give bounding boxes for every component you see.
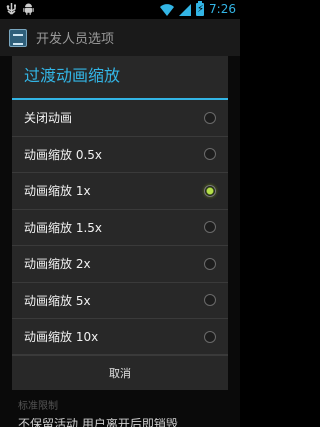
- radio-unchecked-icon[interactable]: [204, 294, 216, 307]
- option-animation-off[interactable]: 关闭动画: [12, 100, 228, 137]
- status-bar-left: [6, 3, 34, 15]
- signal-icon: [179, 3, 192, 16]
- option-label: 动画缩放 2x: [24, 257, 91, 272]
- radio-unchecked-icon[interactable]: [204, 257, 216, 270]
- status-bar: ⚡ 7:26: [0, 0, 240, 19]
- action-bar: 开发人员选项: [0, 19, 240, 56]
- option-label: 动画缩放 0.5x: [24, 147, 103, 162]
- option-scale-1-5x[interactable]: 动画缩放 1.5x: [12, 210, 228, 246]
- option-scale-1x[interactable]: 动画缩放 1x: [12, 173, 228, 210]
- cancel-button[interactable]: 取消: [89, 359, 151, 387]
- partial-list-item: 不保留活动 用户离开后即销毁: [18, 418, 218, 427]
- option-scale-5x[interactable]: 动画缩放 5x: [12, 283, 228, 319]
- option-label: 动画缩放 10x: [24, 330, 99, 345]
- android-icon: [23, 3, 34, 15]
- dialog-footer: 取消: [12, 354, 228, 390]
- option-label: 动画缩放 1.5x: [24, 220, 103, 235]
- radio-checked-icon[interactable]: [204, 184, 216, 197]
- radio-unchecked-icon[interactable]: [204, 330, 216, 343]
- transition-animation-scale-dialog: 过渡动画缩放 关闭动画 动画缩放 0.5x 动画缩放 1x 动画缩放 1.5x …: [12, 56, 228, 390]
- radio-unchecked-icon[interactable]: [204, 148, 216, 161]
- option-scale-10x[interactable]: 动画缩放 10x: [12, 319, 228, 356]
- option-label: 关闭动画: [24, 111, 73, 126]
- action-bar-title: 开发人员选项: [36, 32, 115, 47]
- section-caption: 标准限制: [18, 401, 58, 412]
- option-label: 动画缩放 5x: [24, 293, 91, 308]
- status-time: 7:26: [209, 2, 236, 16]
- usb-debugging-icon: [6, 3, 16, 15]
- dialog-title: 过渡动画缩放: [12, 56, 228, 100]
- option-label: 动画缩放 1x: [24, 184, 91, 199]
- partial-list-item-label: 不保留活动 用户离开后即销毁: [18, 418, 178, 427]
- option-scale-0-5x[interactable]: 动画缩放 0.5x: [12, 137, 228, 173]
- radio-unchecked-icon[interactable]: [204, 111, 216, 124]
- settings-app-icon[interactable]: [9, 28, 27, 47]
- screen: ⚡ 7:26 开发人员选项 过渡动画缩放 关闭动画 动画缩放 0.5x 动画缩放…: [0, 0, 240, 427]
- battery-charging-icon: ⚡: [196, 1, 205, 16]
- option-scale-2x[interactable]: 动画缩放 2x: [12, 246, 228, 283]
- wifi-icon: [160, 3, 175, 16]
- status-bar-right: ⚡ 7:26: [160, 1, 236, 17]
- radio-unchecked-icon[interactable]: [204, 221, 216, 234]
